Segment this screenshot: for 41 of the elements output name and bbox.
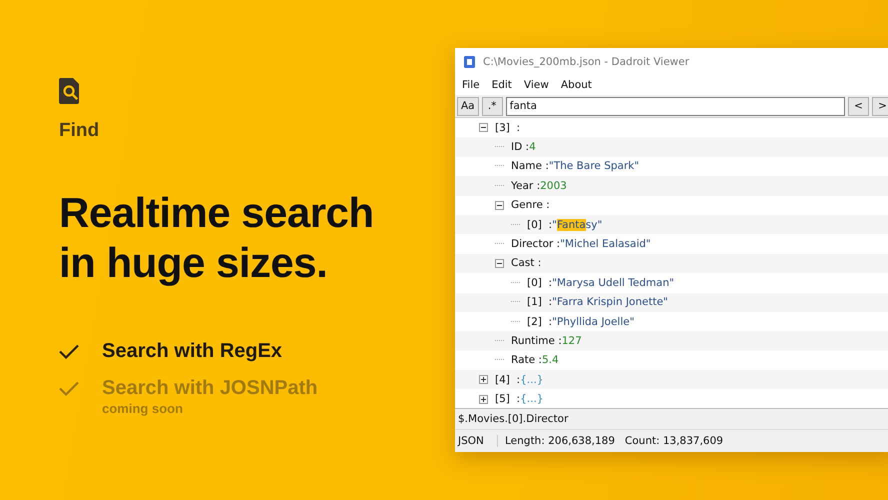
status-text: Length: 206,638,189: [504, 435, 616, 447]
tree-node-label[interactable]: Runtime :127: [511, 334, 582, 347]
tree-node-label[interactable]: Rate :5.4: [511, 354, 559, 366]
feature-label: Search with JOSNPath: [102, 377, 318, 400]
regex-button[interactable]: .*: [482, 96, 503, 116]
match-case-button[interactable]: Aa: [457, 96, 479, 116]
tree-node-label[interactable]: [0] :"Marysa Udell Tedman": [527, 276, 674, 289]
tree-node-label[interactable]: Cast :: [511, 257, 542, 270]
tree-node-label[interactable]: [0] :"Fantasy": [527, 218, 602, 231]
menu-item[interactable]: Edit: [492, 79, 512, 91]
feature-note: coming soon: [102, 401, 184, 416]
tree-node-label[interactable]: Name :"The Bare Spark": [511, 160, 640, 172]
menu-item[interactable]: About: [560, 79, 592, 91]
app-icon: [464, 56, 475, 68]
tree-node-label[interactable]: [4] :{...}: [495, 374, 544, 386]
expand-icon[interactable]: [479, 394, 488, 404]
menu-item[interactable]: File: [462, 79, 480, 91]
menu-item[interactable]: View: [524, 79, 549, 91]
collapse-icon[interactable]: [495, 258, 504, 268]
tree-node-label[interactable]: [3] :: [495, 122, 520, 134]
document-search-icon: [59, 78, 81, 104]
collapse-icon[interactable]: [495, 200, 504, 210]
next-button[interactable]: >: [872, 96, 888, 116]
status-text: Count: 13,837,609: [624, 435, 724, 447]
collapse-icon[interactable]: [479, 123, 488, 132]
tree-node-label[interactable]: ID :4: [511, 141, 536, 154]
feature-label: Search with RegEx: [102, 340, 282, 363]
headline: in huge sizes.: [59, 238, 328, 288]
tree-node-label[interactable]: [2] :"Phyllida Joelle": [527, 316, 634, 328]
status-text: JSON: [455, 435, 498, 447]
tree-node-label[interactable]: Genre :: [511, 199, 550, 212]
search-field[interactable]: fanta: [506, 96, 845, 116]
section-label: Find: [59, 120, 100, 142]
path-bar: $.Movies.[0].Director: [455, 408, 888, 429]
window-title: C:\Movies_200mb.json - Dadroit Viewer: [483, 56, 690, 68]
headline: Realtime search: [59, 188, 374, 238]
tree-node-label[interactable]: [5] :{...}: [495, 393, 544, 406]
tree-node-label[interactable]: Year :2003: [511, 180, 567, 192]
expand-icon[interactable]: [479, 375, 488, 384]
tree-node-label[interactable]: Director :"Michel Ealasaid": [511, 238, 651, 250]
previous-button[interactable]: <: [848, 96, 869, 116]
